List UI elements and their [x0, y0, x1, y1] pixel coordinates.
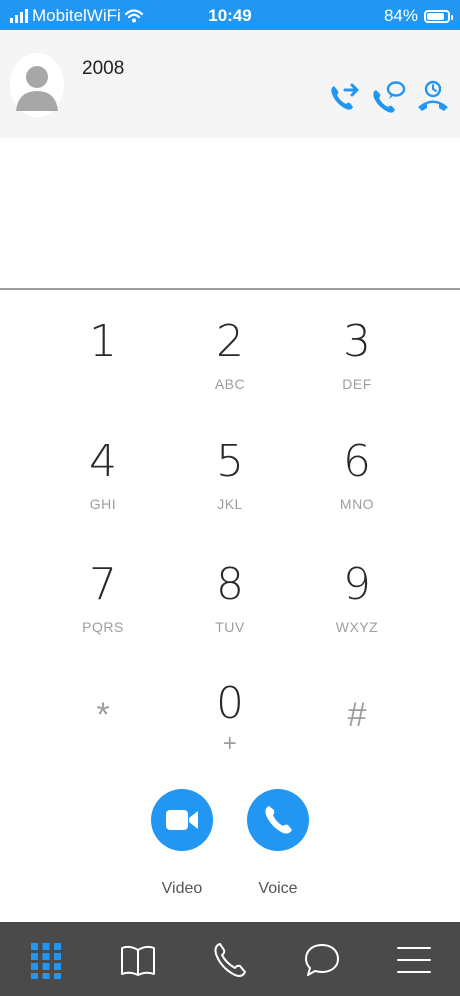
- key-digit: 1: [89, 316, 117, 367]
- key-hash[interactable]: #: [292, 660, 422, 770]
- key-letters: GHI: [89, 496, 117, 512]
- key-symbol: #: [347, 696, 367, 734]
- key-digit: 2: [216, 316, 244, 367]
- key-5[interactable]: 5 JKL: [165, 420, 295, 530]
- chat-icon[interactable]: [302, 940, 342, 980]
- action-icons: [328, 80, 450, 114]
- key-letters: MNO: [339, 496, 375, 512]
- key-digit: 0: [216, 678, 244, 729]
- video-label: Video: [161, 880, 203, 897]
- key-digit: 6: [343, 436, 371, 487]
- status-right: 84%: [383, 6, 453, 26]
- key-digit: 9: [343, 559, 371, 610]
- video-camera-icon: [166, 810, 198, 830]
- key-letters: PQRS: [82, 619, 124, 635]
- key-digit: 4: [89, 436, 117, 487]
- call-forward-icon[interactable]: [328, 80, 362, 114]
- phone-handset-icon: [265, 806, 292, 834]
- key-digit: 7: [89, 559, 117, 610]
- key-star[interactable]: *: [38, 660, 168, 770]
- key-1[interactable]: 1: [38, 300, 168, 410]
- battery-icon: [424, 9, 453, 23]
- person-silhouette-icon[interactable]: [10, 53, 64, 117]
- call-history-icon[interactable]: [416, 80, 450, 114]
- menu-icon[interactable]: [394, 940, 434, 980]
- voice-label: Voice: [258, 880, 298, 897]
- dial-keypad: 1 2 ABC 3 DEF 4 GHI 5 JKL 6 MNO 7 PQRS 8…: [0, 300, 460, 770]
- contact-header: 2008: [0, 30, 460, 138]
- voice-call-button[interactable]: [247, 789, 309, 851]
- number-display[interactable]: [0, 138, 460, 288]
- key-0[interactable]: 0 +: [165, 662, 295, 772]
- dialpad-icon[interactable]: [26, 940, 66, 980]
- key-digit: 5: [216, 436, 244, 487]
- video-call-button[interactable]: [151, 789, 213, 851]
- bottom-nav: [0, 922, 460, 996]
- key-digit: 3: [343, 316, 371, 367]
- key-plus: +: [222, 730, 238, 757]
- key-6[interactable]: 6 MNO: [292, 420, 422, 530]
- battery-percent: 84%: [383, 6, 418, 25]
- phone-icon[interactable]: [210, 940, 250, 980]
- call-message-icon[interactable]: [372, 80, 406, 114]
- contacts-book-icon[interactable]: [118, 940, 158, 980]
- display-divider: [0, 288, 460, 290]
- key-symbol: *: [96, 696, 110, 734]
- key-2[interactable]: 2 ABC: [165, 300, 295, 410]
- status-bar: MobitelWiFi 10:49 84%: [0, 0, 460, 30]
- key-9[interactable]: 9 WXYZ: [292, 543, 422, 653]
- contact-number: 2008: [82, 58, 125, 79]
- key-digit: 8: [216, 559, 244, 610]
- key-letters: WXYZ: [335, 619, 379, 635]
- key-7[interactable]: 7 PQRS: [38, 543, 168, 653]
- key-8[interactable]: 8 TUV: [165, 543, 295, 653]
- key-4[interactable]: 4 GHI: [38, 420, 168, 530]
- key-letters: JKL: [217, 496, 243, 512]
- key-letters: TUV: [215, 619, 245, 635]
- key-letters: ABC: [214, 376, 246, 392]
- key-letters: DEF: [342, 376, 372, 392]
- key-3[interactable]: 3 DEF: [292, 300, 422, 410]
